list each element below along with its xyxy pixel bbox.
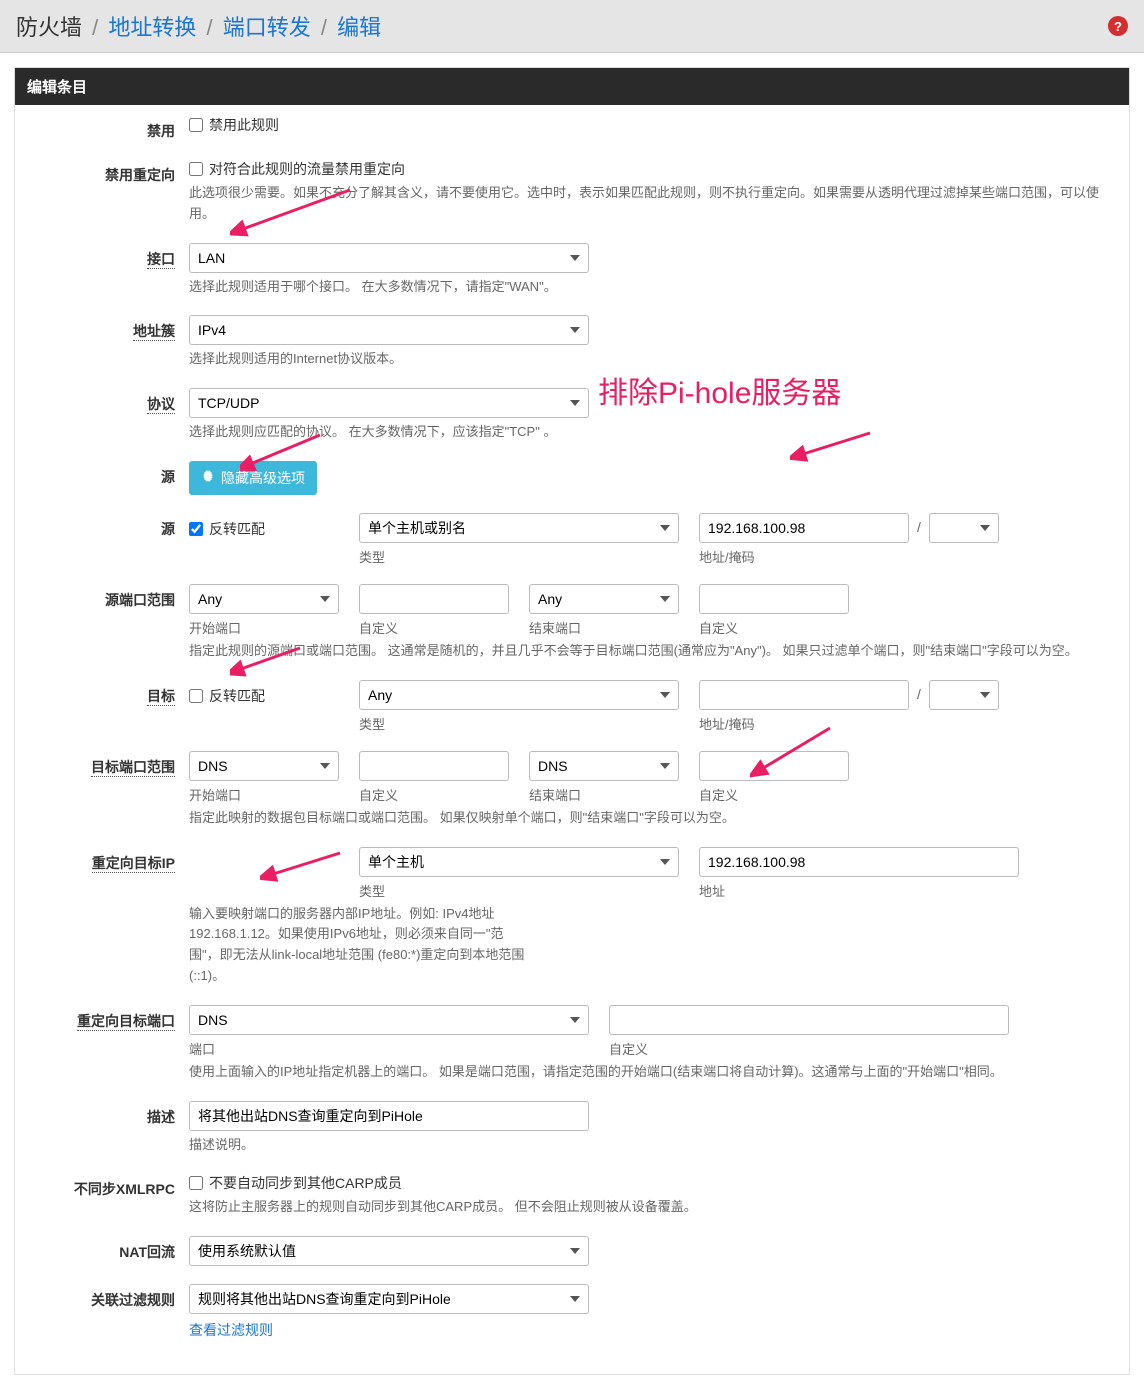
protocol-label: 协议 xyxy=(147,396,175,414)
addrfam-label: 地址簇 xyxy=(133,323,175,341)
destport-to-custom xyxy=(699,751,849,781)
nosync-label: 不同步XMLRPC xyxy=(74,1181,175,1197)
redirip-address-input[interactable] xyxy=(699,847,1019,877)
natreflect-label: NAT回流 xyxy=(119,1244,175,1260)
breadcrumb-portfwd[interactable]: 端口转发 xyxy=(223,15,311,40)
dest-invert-checkbox[interactable] xyxy=(189,689,203,703)
srcport-tocustom-label: 自定义 xyxy=(699,618,849,637)
source-invert-checkbox[interactable] xyxy=(189,522,203,536)
redirport-help: 使用上面输入的IP地址指定机器上的端口。 如果是端口范围，请指定范围的开始端口(… xyxy=(189,1062,1113,1083)
srcport-help: 指定此规则的源端口或端口范围。 这通常是随机的，并且几乎不会等于目标端口范围(通… xyxy=(189,641,1113,662)
source-address-input[interactable] xyxy=(699,513,909,543)
redirip-type-label: 类型 xyxy=(359,881,679,900)
redirport-select[interactable]: DNS xyxy=(189,1005,589,1035)
noredir-checkbox-label: 对符合此规则的流量禁用重定向 xyxy=(209,159,405,179)
redirip-type-select[interactable]: 单个主机 xyxy=(359,847,679,877)
redirport-label: 重定向目标端口 xyxy=(77,1013,175,1031)
dest-type-select[interactable]: Any xyxy=(359,680,679,710)
redirport-port-label: 端口 xyxy=(189,1039,589,1058)
dest-mask-label: 地址/掩码 xyxy=(699,714,999,733)
disable-checkbox-label: 禁用此规则 xyxy=(209,115,279,135)
source-label: 源 xyxy=(161,521,175,537)
addrfam-select[interactable]: IPv4 xyxy=(189,315,589,345)
destport-help: 指定此映射的数据包目标端口或端口范围。 如果仅映射单个端口，则"结束端口"字段可… xyxy=(189,808,1113,829)
breadcrumb-edit[interactable]: 编辑 xyxy=(337,15,381,40)
destport-to-select[interactable]: DNS xyxy=(529,751,679,781)
dest-address-input xyxy=(699,680,909,710)
srcport-to-select[interactable]: Any xyxy=(529,584,679,614)
breadcrumb: 防火墙 / 地址转换 / 端口转发 / 编辑 xyxy=(16,10,381,42)
source-invert-label: 反转匹配 xyxy=(209,519,265,539)
dest-label: 目标 xyxy=(147,688,175,706)
dest-type-label: 类型 xyxy=(359,714,679,733)
noredir-help: 此选项很少需要。如果不充分了解其含义，请不要使用它。选中时，表示如果匹配此规则，… xyxy=(189,183,1113,225)
destport-from-custom xyxy=(359,751,509,781)
protocol-help: 选择此规则应匹配的协议。 在大多数情况下，应该指定"TCP" 。 xyxy=(189,422,1113,443)
redirip-label: 重定向目标IP xyxy=(92,855,175,873)
desc-help: 描述说明。 xyxy=(189,1135,1113,1156)
source-type-select[interactable]: 单个主机或别名 xyxy=(359,513,679,543)
srcport-fromcustom-label: 自定义 xyxy=(359,618,509,637)
filterrule-label: 关联过滤规则 xyxy=(91,1292,175,1308)
hide-advanced-button[interactable]: 隐藏高级选项 xyxy=(189,461,317,495)
redirport-custom-label: 自定义 xyxy=(609,1039,1009,1058)
breadcrumb-nat[interactable]: 地址转换 xyxy=(108,15,196,40)
nosync-help: 这将防止主服务器上的规则自动同步到其他CARP成员。 但不会阻止规则被从设备覆盖… xyxy=(189,1197,1113,1218)
disable-label: 禁用 xyxy=(147,123,175,139)
view-filter-rule-link[interactable]: 查看过滤规则 xyxy=(189,1322,273,1338)
interface-help: 选择此规则适用于哪个接口。 在大多数情况下，请指定"WAN"。 xyxy=(189,277,1113,298)
gear-icon xyxy=(201,469,215,486)
dest-mask-select[interactable] xyxy=(929,680,999,710)
dest-invert-label: 反转匹配 xyxy=(209,686,265,706)
help-icon[interactable]: ? xyxy=(1108,16,1128,36)
destport-tocustom-label: 自定义 xyxy=(699,785,849,804)
noredir-label: 禁用重定向 xyxy=(105,167,175,183)
destport-label: 目标端口范围 xyxy=(91,759,175,777)
redirip-address-label: 地址 xyxy=(699,881,1019,900)
srcport-to-custom xyxy=(699,584,849,614)
destport-fromcustom-label: 自定义 xyxy=(359,785,509,804)
source-btn-label: 源 xyxy=(161,469,175,485)
source-mask-label: 地址/掩码 xyxy=(699,547,999,566)
protocol-select[interactable]: TCP/UDP xyxy=(189,388,589,418)
nosync-checkbox-label: 不要自动同步到其他CARP成员 xyxy=(209,1173,402,1193)
desc-input[interactable] xyxy=(189,1101,589,1131)
source-type-label: 类型 xyxy=(359,547,679,566)
srcport-label: 源端口范围 xyxy=(105,592,175,608)
filterrule-select[interactable]: 规则将其他出站DNS查询重定向到PiHole xyxy=(189,1284,589,1314)
destport-from-select[interactable]: DNS xyxy=(189,751,339,781)
disable-checkbox[interactable] xyxy=(189,118,203,132)
interface-select[interactable]: LAN xyxy=(189,243,589,273)
noredir-checkbox[interactable] xyxy=(189,162,203,176)
srcport-from-label: 开始端口 xyxy=(189,618,339,637)
redirport-custom xyxy=(609,1005,1009,1035)
destport-from-label: 开始端口 xyxy=(189,785,339,804)
natreflect-select[interactable]: 使用系统默认值 xyxy=(189,1236,589,1266)
nosync-checkbox[interactable] xyxy=(189,1176,203,1190)
destport-to-label: 结束端口 xyxy=(529,785,679,804)
srcport-from-select[interactable]: Any xyxy=(189,584,339,614)
addrfam-help: 选择此规则适用的Internet协议版本。 xyxy=(189,349,1113,370)
desc-label: 描述 xyxy=(147,1109,175,1125)
redirip-help: 输入要映射端口的服务器内部IP地址。例如: IPv4地址 192.168.1.1… xyxy=(189,904,529,987)
interface-label: 接口 xyxy=(147,251,175,269)
panel-title: 编辑条目 xyxy=(15,68,1129,105)
srcport-to-label: 结束端口 xyxy=(529,618,679,637)
srcport-from-custom xyxy=(359,584,509,614)
breadcrumb-root: 防火墙 xyxy=(16,15,82,40)
source-mask-select[interactable] xyxy=(929,513,999,543)
